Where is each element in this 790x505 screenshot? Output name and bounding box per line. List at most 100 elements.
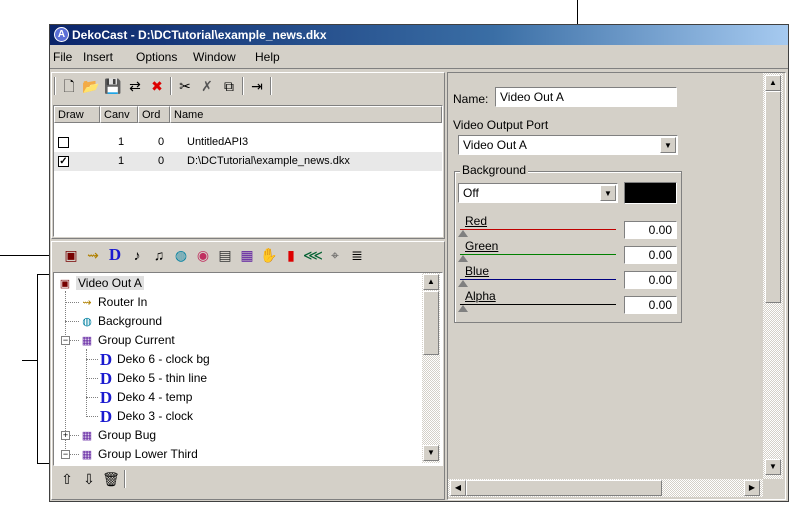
draw-checkbox[interactable]	[58, 137, 69, 148]
pointer-icon[interactable]: ⌖	[324, 244, 346, 266]
table-row[interactable]: 1 0 UntitledAPI3	[54, 133, 444, 152]
cell-canv: 1	[118, 155, 125, 167]
blue-slider-thumb[interactable]	[458, 280, 468, 287]
chevron-down-icon[interactable]: ▼	[600, 185, 616, 201]
alpha-slider-thumb[interactable]	[458, 305, 468, 312]
delete-icon[interactable]: ✗	[196, 75, 218, 97]
save-icon[interactable]: 💾	[102, 75, 124, 97]
title-bar[interactable]: A DekoCast - D:\DCTutorial\example_news.…	[50, 25, 788, 45]
move-up-icon[interactable]: ⇧	[56, 468, 78, 490]
deko-icon[interactable]: D	[104, 244, 126, 266]
background-select[interactable]: Off ▼	[458, 183, 618, 203]
background-icon[interactable]: ◍	[170, 244, 192, 266]
red-label: Red	[465, 214, 488, 228]
wipe-icon[interactable]: ⋘	[302, 244, 324, 266]
marker-icon[interactable]: ▮	[280, 244, 302, 266]
router-in-icon[interactable]: ⇝	[82, 244, 104, 266]
new-icon[interactable]: 🗋	[58, 75, 80, 97]
video-out-icon[interactable]: ▣	[60, 244, 82, 266]
scroll-up-arrow-icon[interactable]: ▲	[423, 274, 439, 290]
close-icon[interactable]: ✖	[146, 75, 168, 97]
green-slider-track[interactable]	[460, 254, 616, 255]
background-color-swatch[interactable]	[624, 182, 677, 204]
cut-icon[interactable]: ✂	[174, 75, 196, 97]
scroll-up-arrow-icon[interactable]: ▲	[765, 75, 781, 91]
selected-value: Off	[463, 186, 479, 200]
scroll-left-arrow-icon[interactable]: ◀	[450, 480, 466, 496]
alpha-value[interactable]: 0.00	[624, 296, 677, 314]
audio-2-icon[interactable]: ♫	[148, 244, 170, 266]
tree-node-label: Deko 3 - clock	[117, 409, 194, 423]
tree-node-deko-6[interactable]: D Deko 6 - clock bg	[98, 350, 210, 369]
tree-node-background[interactable]: ◍ Background	[79, 312, 162, 331]
color-icon[interactable]: ◉	[192, 244, 214, 266]
cell-canv: 1	[118, 136, 125, 148]
tree-node-label: Group Lower Third	[98, 447, 198, 461]
tree-node-router-in[interactable]: ⇝ Router In	[79, 293, 147, 312]
menu-options[interactable]: Options	[136, 49, 177, 65]
cell-ord: 0	[158, 155, 165, 167]
properties-hscrollbar[interactable]: ◀ ▶	[448, 479, 763, 497]
export-icon[interactable]: ⇥	[246, 75, 268, 97]
tree-node-deko-5[interactable]: D Deko 5 - thin line	[98, 369, 207, 388]
red-slider-thumb[interactable]	[458, 230, 468, 237]
open-icon[interactable]: 📂	[80, 75, 102, 97]
move-down-icon[interactable]: ⇩	[78, 468, 100, 490]
size-grip[interactable]	[763, 479, 783, 497]
draw-checkbox[interactable]: ✓	[58, 156, 69, 167]
red-slider-track[interactable]	[460, 229, 616, 230]
column-header-canv[interactable]: Canv	[100, 106, 138, 123]
tree-node-group-lower-third[interactable]: ▦ Group Lower Third	[79, 445, 198, 464]
column-header-draw[interactable]: Draw	[54, 106, 100, 123]
tree-node-deko-3[interactable]: D Deko 3 - clock	[98, 407, 193, 426]
alpha-slider-track[interactable]	[460, 304, 616, 305]
tree-scrollbar[interactable]: ▲ ▼	[422, 273, 440, 463]
video-output-port-label: Video Output Port	[453, 118, 549, 132]
chevron-down-icon[interactable]: ▼	[660, 137, 676, 153]
collapse-toggle[interactable]: −	[61, 336, 70, 345]
menu-window[interactable]: Window	[193, 49, 236, 65]
blue-value[interactable]: 0.00	[624, 271, 677, 289]
background-icon: ◍	[82, 315, 92, 328]
tree-node-group-bug[interactable]: ▦ Group Bug	[79, 426, 156, 445]
name-field[interactable]: Video Out A	[495, 87, 677, 107]
scroll-down-arrow-icon[interactable]: ▼	[765, 459, 781, 475]
group-icon[interactable]: ▦	[236, 244, 258, 266]
save-all-icon[interactable]: ⇄	[124, 75, 146, 97]
expand-toggle[interactable]: +	[61, 431, 70, 440]
table-row-selected[interactable]: ✓ 1 0 D:\DCTutorial\example_news.dkx	[54, 152, 442, 171]
deko-icon: D	[99, 406, 113, 426]
tree-node-deko-4[interactable]: D Deko 4 - temp	[98, 388, 193, 407]
trash-icon[interactable]: 🗑	[100, 468, 122, 490]
scroll-thumb[interactable]	[423, 291, 439, 355]
blue-slider-track[interactable]	[460, 279, 616, 280]
collapse-toggle[interactable]: −	[61, 450, 70, 459]
video-output-port-select[interactable]: Video Out A ▼	[458, 135, 678, 155]
canvas-list: Draw Canv Ord Name 1 0 UntitledAPI3 ✓ 1 …	[53, 105, 443, 237]
scroll-thumb[interactable]	[466, 480, 662, 496]
tree-node-group-current[interactable]: ▦ Group Current	[79, 331, 175, 350]
image-icon[interactable]: ▤	[214, 244, 236, 266]
callout-bracket-stub	[22, 360, 37, 361]
scroll-right-arrow-icon[interactable]: ▶	[744, 480, 760, 496]
scroll-down-arrow-icon[interactable]: ▼	[423, 445, 439, 461]
properties-vscrollbar[interactable]: ▲ ▼	[763, 73, 783, 479]
green-value[interactable]: 0.00	[624, 246, 677, 264]
menu-insert[interactable]: Insert	[83, 49, 113, 65]
scroll-thumb[interactable]	[765, 91, 781, 303]
menu-help[interactable]: Help	[255, 49, 280, 65]
menu-file[interactable]: File	[53, 49, 72, 65]
text-icon[interactable]: ≣	[346, 244, 368, 266]
tree-node-video-out-a[interactable]: ▣ Video Out A	[57, 274, 144, 293]
column-header-ord[interactable]: Ord	[138, 106, 170, 123]
video-out-icon: ▣	[59, 277, 71, 290]
tree-node-label: Group Bug	[98, 428, 157, 442]
green-slider-thumb[interactable]	[458, 255, 468, 262]
name-label: Name:	[453, 92, 489, 106]
red-value[interactable]: 0.00	[624, 221, 677, 239]
copy-icon[interactable]: ⧉	[218, 75, 240, 97]
column-header-name[interactable]: Name	[170, 106, 442, 123]
alpha-label: Alpha	[465, 289, 496, 303]
hand-icon[interactable]: ✋	[258, 244, 280, 266]
audio-icon[interactable]: ♪	[126, 244, 148, 266]
